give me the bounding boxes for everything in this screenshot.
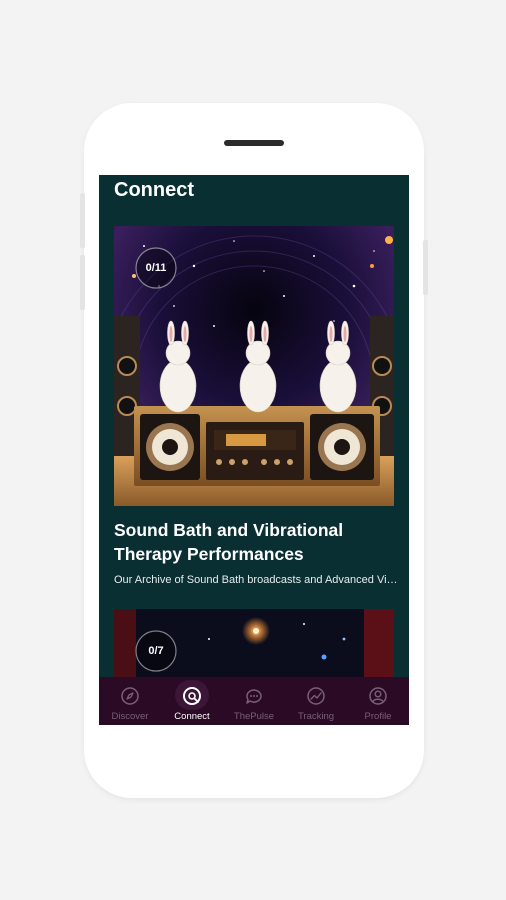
connect-icon: [183, 687, 201, 705]
nav-item-thepulse[interactable]: ThePulse: [223, 677, 285, 725]
progress-count: 0/7: [148, 645, 164, 657]
phone-side-button-left: [80, 193, 85, 248]
nav-label: Connect: [174, 711, 210, 722]
progress-count: 0/11: [145, 262, 167, 274]
nav-item-profile[interactable]: Profile: [347, 677, 409, 725]
chat-bubble-icon: [246, 689, 262, 704]
compass-icon: [121, 687, 139, 705]
nav-item-tracking[interactable]: Tracking: [285, 677, 347, 725]
phone-side-button-left-lower: [80, 255, 85, 310]
bottom-nav: Discover Connect ThePulse Tracking Profi…: [99, 677, 409, 725]
app-screen: Connect 0/11 Sound Bath and Vibrational …: [99, 175, 409, 725]
nav-item-connect[interactable]: Connect: [161, 677, 223, 725]
nav-label: Tracking: [297, 711, 335, 722]
progress-ring: 0/11: [134, 246, 178, 290]
page-title: Connect: [114, 179, 194, 201]
card-image[interactable]: 0/7: [114, 609, 394, 677]
card-image[interactable]: 0/11: [114, 226, 394, 506]
card-title[interactable]: Sound Bath and Vibrational Therapy Perfo…: [114, 518, 394, 566]
nav-label: ThePulse: [233, 711, 275, 722]
trend-chart-icon: [307, 687, 325, 705]
nav-label: Discover: [111, 711, 149, 722]
phone-side-button-right: [423, 240, 428, 295]
nav-label: Profile: [364, 711, 392, 722]
progress-ring: 0/7: [134, 629, 178, 673]
card-description: Our Archive of Sound Bath broadcasts and…: [114, 574, 399, 586]
nav-item-discover[interactable]: Discover: [99, 677, 161, 725]
phone-speaker: [224, 140, 284, 146]
user-circle-icon: [369, 687, 387, 705]
